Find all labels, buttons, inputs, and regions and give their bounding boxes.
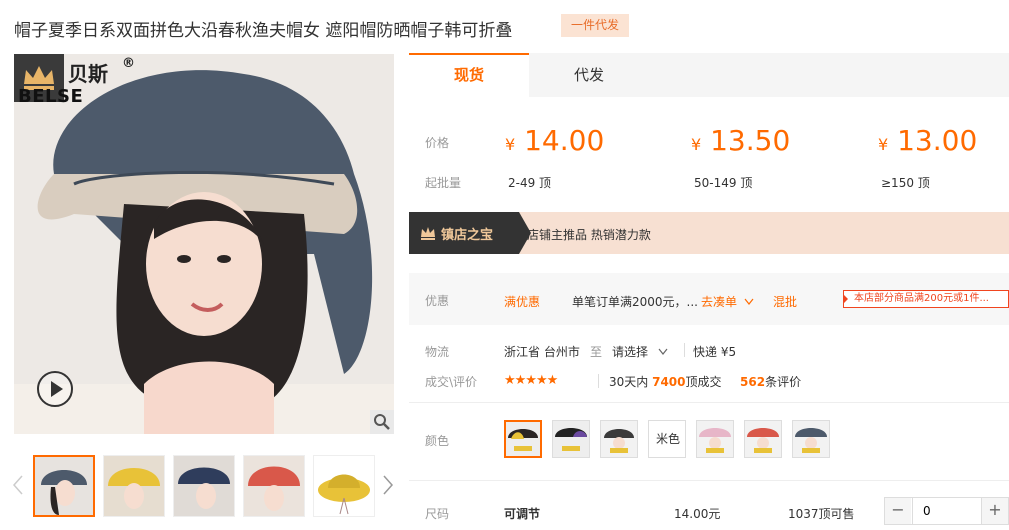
store-treasure-banner: 镇店之宝 店铺主推品 热销潜力款: [409, 212, 1009, 254]
promo-type: 满优惠: [504, 295, 541, 309]
currency-symbol: ¥: [691, 135, 702, 154]
chevron-left-icon[interactable]: [12, 474, 24, 496]
sales-period: 30天内: [609, 375, 649, 389]
color-swatch-6[interactable]: [744, 420, 782, 458]
min-qty-label: 起批量: [425, 176, 462, 190]
play-icon[interactable]: [36, 370, 74, 408]
section-divider: [409, 480, 1009, 481]
tier-range-3: ≥150 顶: [881, 176, 930, 190]
treasure-title: 镇店之宝: [441, 228, 494, 243]
chevron-right-icon[interactable]: [382, 474, 394, 496]
quantity-input[interactable]: [912, 498, 982, 524]
thumbnail-2[interactable]: [103, 455, 165, 517]
sales-count: 7400: [652, 375, 686, 389]
crown-icon: [421, 227, 435, 240]
logistics-label: 物流: [425, 345, 450, 359]
color-swatch-beige[interactable]: 米色: [648, 420, 686, 458]
tab-in-stock[interactable]: 现货: [409, 53, 529, 97]
color-swatch-7[interactable]: [792, 420, 830, 458]
treasure-text: 店铺主推品 热销潜力款: [527, 228, 651, 242]
tier-price-2: ¥ 13.50: [691, 124, 790, 157]
size-stock: 1037顶可售: [788, 507, 855, 521]
decrement-button[interactable]: −: [885, 498, 911, 524]
tier-price-value: 13.50: [710, 124, 791, 157]
color-swatch-5[interactable]: [696, 420, 734, 458]
tier-price-1: ¥ 14.00: [505, 124, 604, 157]
review-count: 562: [740, 375, 766, 389]
promo-action: 去凑单: [701, 295, 738, 309]
promo-label: 优惠: [425, 294, 450, 308]
thumbnail-5[interactable]: [313, 455, 375, 517]
divider: [598, 374, 599, 388]
destination-select[interactable]: 请选择: [612, 343, 668, 360]
tier-price-3: ¥ 13.00: [878, 124, 977, 157]
purchase-tabs: 现货 代发: [409, 53, 1009, 97]
tier-range-2: 50-149 顶: [694, 176, 753, 190]
review-unit: 条评价: [765, 375, 802, 389]
brand-logo: 贝斯 ® BELSE: [14, 54, 135, 112]
tier-price-value: 14.00: [524, 124, 605, 157]
dropship-badge: 一件代发: [561, 14, 629, 37]
size-label: 尺码: [425, 507, 450, 521]
ship-from: 浙江省 台州市: [504, 345, 580, 359]
zoom-icon[interactable]: [370, 410, 394, 434]
review-stat[interactable]: 562条评价: [740, 373, 801, 390]
tab-dropship[interactable]: 代发: [529, 53, 649, 97]
section-divider: [409, 402, 1009, 403]
currency-symbol: ¥: [878, 135, 889, 154]
price-label: 价格: [425, 136, 450, 150]
size-value: 可调节: [504, 507, 541, 521]
size-price: 14.00元: [674, 507, 721, 521]
mixed-wholesale: 混批: [773, 295, 798, 309]
brand-registered: ®: [122, 56, 135, 71]
quantity-stepper: − +: [884, 497, 1009, 525]
color-swatch-1[interactable]: [504, 420, 542, 458]
brand-latin-name: BELSE: [18, 86, 84, 107]
store-promo-tag[interactable]: 本店部分商品满200元或1件...: [843, 290, 1009, 308]
color-label: 颜色: [425, 434, 450, 448]
thumbnail-4[interactable]: [243, 455, 305, 517]
rating-stars: ★★★★★: [504, 373, 558, 388]
increment-button[interactable]: +: [982, 498, 1008, 524]
ship-to-word: 至: [590, 345, 603, 359]
thumbnail-3[interactable]: [173, 455, 235, 517]
divider: [684, 343, 685, 357]
thumbnail-1[interactable]: [33, 455, 95, 517]
promo-add-items-link[interactable]: 去凑单: [701, 293, 754, 310]
express-fee: 快递 ¥5: [693, 345, 737, 359]
color-swatch-2[interactable]: [552, 420, 590, 458]
chevron-down-icon: [658, 348, 668, 355]
brand-name: 贝斯: [68, 62, 108, 86]
tier-range-1: 2-49 顶: [508, 176, 552, 190]
promo-desc: 单笔订单满2000元，...: [572, 295, 698, 309]
sales-unit: 顶成交: [685, 375, 722, 389]
chevron-down-icon: [744, 298, 754, 305]
currency-symbol: ¥: [505, 135, 516, 154]
product-title: 帽子夏季日系双面拼色大沿春秋渔夫帽女 遮阳帽防晒帽子韩可折叠: [14, 21, 513, 41]
color-swatch-label: 米色: [655, 432, 680, 446]
treasure-label-box: 镇店之宝: [409, 212, 531, 254]
color-swatch-3[interactable]: [600, 420, 638, 458]
main-product-image[interactable]: 贝斯 ® BELSE: [14, 54, 394, 434]
reviews-label: 成交\评价: [425, 375, 478, 389]
tier-price-value: 13.00: [897, 124, 978, 157]
sales-stat: 30天内 7400顶成交: [609, 373, 722, 390]
destination-select-label: 请选择: [612, 345, 649, 359]
